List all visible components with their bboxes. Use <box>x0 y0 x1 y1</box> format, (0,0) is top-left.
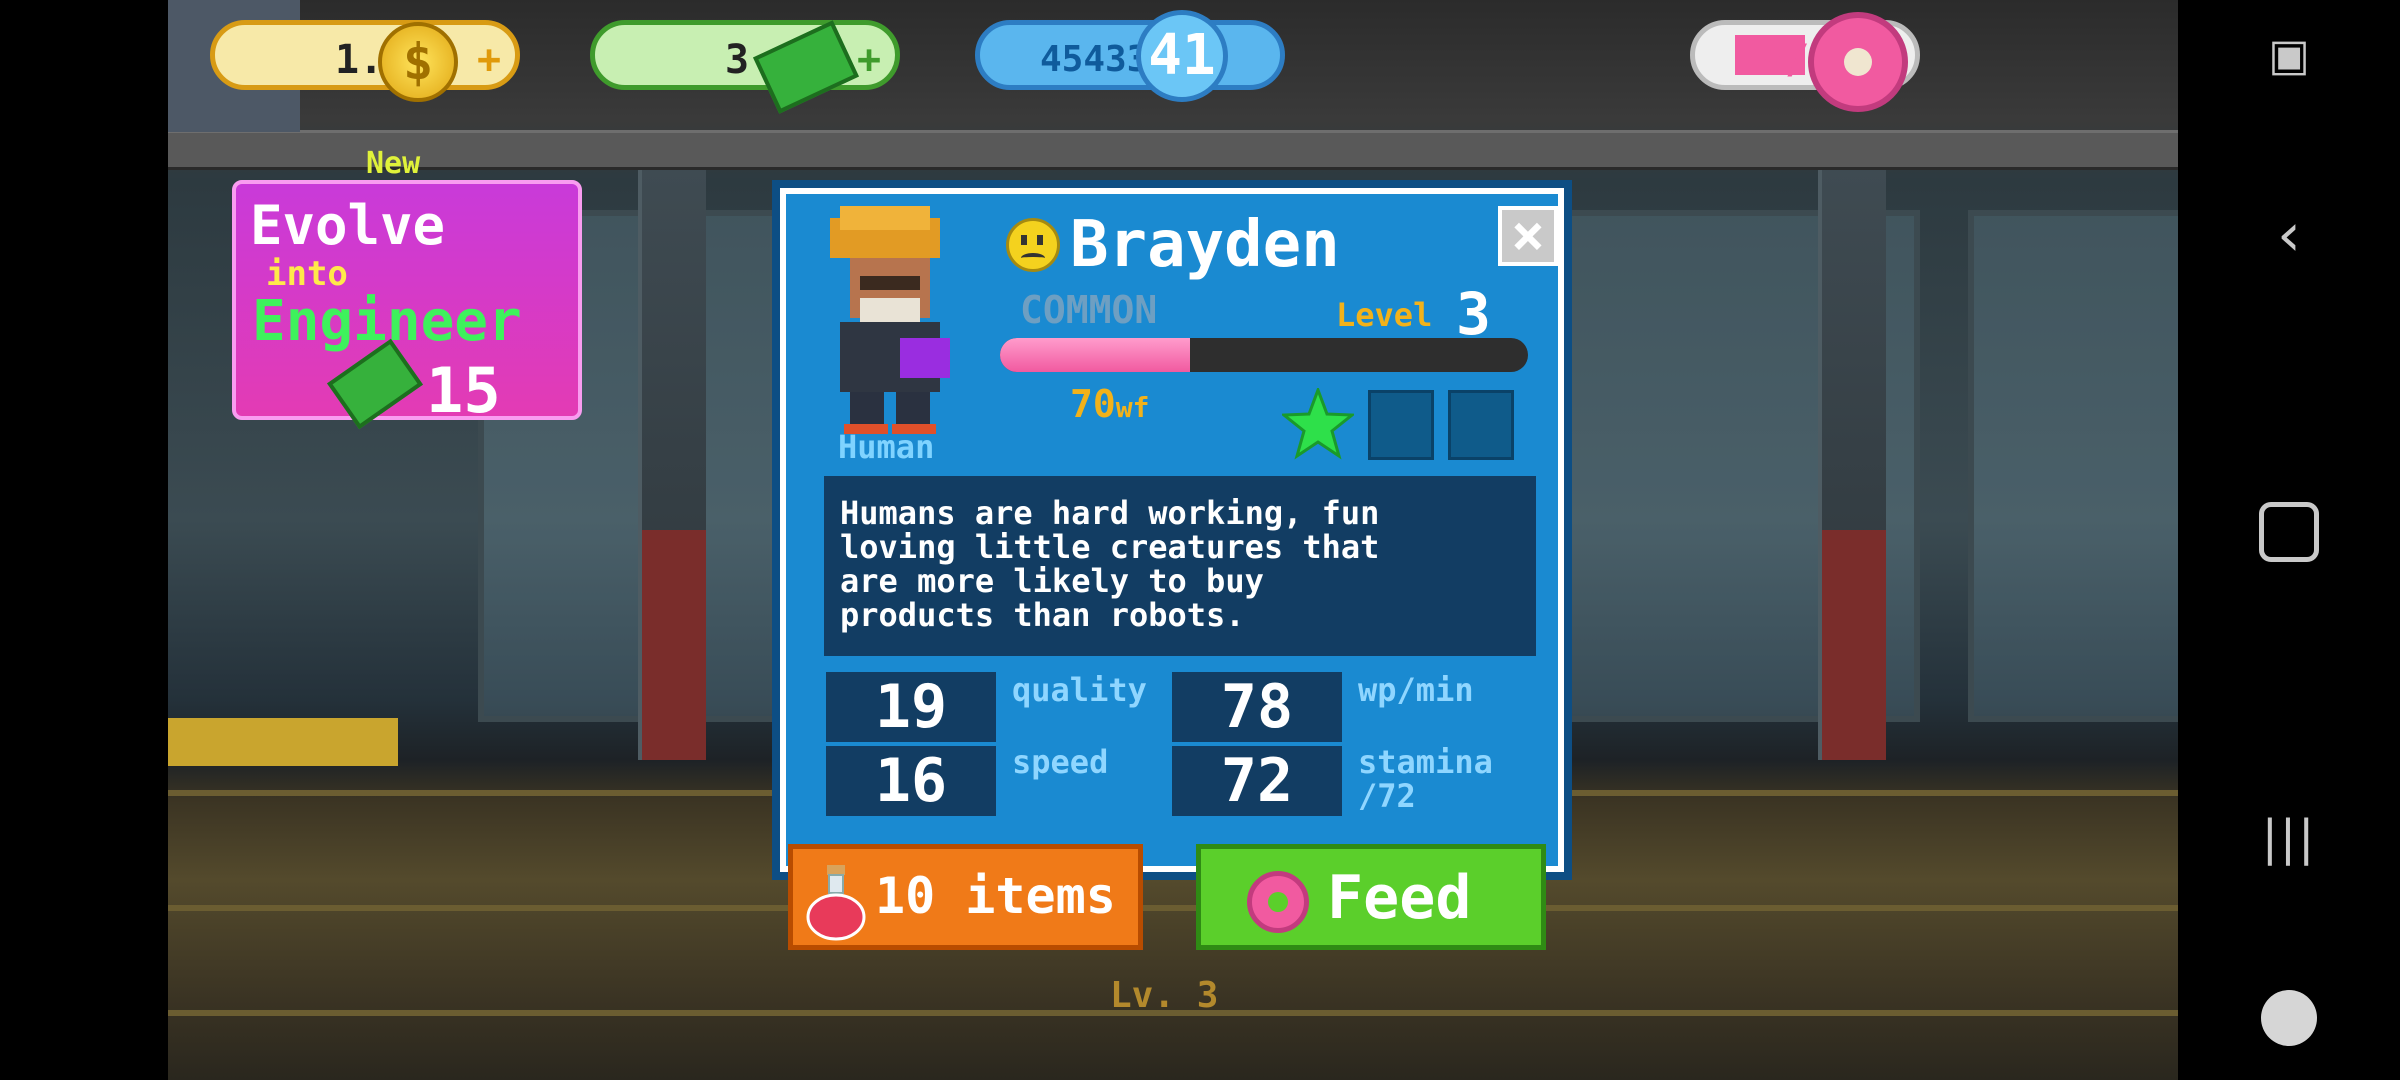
species-label: Human <box>838 428 935 466</box>
sad-face-icon <box>1006 218 1060 272</box>
game-icon[interactable] <box>2178 990 2400 1046</box>
add-coins-icon[interactable]: + <box>477 37 501 83</box>
stamina-label: stamina <box>1358 743 1493 781</box>
system-nav-bar: ▣ ‹ ||| <box>2178 0 2400 1080</box>
wp-min-value: 78 <box>1172 672 1342 742</box>
recents-icon[interactable]: ||| <box>2178 810 2400 866</box>
back-icon[interactable]: ‹ <box>2178 200 2400 270</box>
background-pillar <box>638 170 706 760</box>
floor-line <box>168 905 2178 911</box>
speed-value: 16 <box>826 746 996 816</box>
stamina-value: 72 <box>1172 746 1342 816</box>
close-icon[interactable]: × <box>1498 206 1558 266</box>
donut-icon <box>1247 871 1309 933</box>
wp-min-label: wp/min <box>1358 671 1474 709</box>
add-cash-icon[interactable]: + <box>857 37 881 83</box>
xp-level: 41 <box>1148 23 1216 88</box>
wf-unit: wf <box>1115 391 1150 424</box>
level-progress-fill <box>1000 338 1191 372</box>
new-label: New <box>366 146 421 181</box>
worker-level-label: Lv. 3 <box>1110 975 1219 1016</box>
level-progress-bar <box>1000 338 1528 372</box>
character-avatar <box>830 206 950 434</box>
donut-icon <box>1808 12 1908 112</box>
speed-label: speed <box>1012 743 1109 781</box>
conveyor-belt <box>168 718 398 766</box>
items-button-label: 10 items <box>875 867 1116 925</box>
evolve-title: Evolve <box>250 194 446 257</box>
evolve-cost: 15 <box>426 354 501 427</box>
xp-counter[interactable]: 454337xp <box>975 20 1285 90</box>
character-dialog: Human Brayden × COMMON Level 3 70wf Huma… <box>772 180 1572 880</box>
workforce-value: 70wf <box>1070 382 1149 426</box>
evolve-card[interactable]: Evolve into Engineer 15 <box>232 180 582 430</box>
coins-counter[interactable]: 1.1M + <box>210 20 520 90</box>
wf-number: 70 <box>1070 382 1116 426</box>
quality-value: 19 <box>826 672 996 742</box>
level-label: Level <box>1336 296 1433 334</box>
quality-label: quality <box>1012 671 1147 709</box>
cash-counter[interactable]: 3 + <box>590 20 900 90</box>
xp-badge-icon: 41 <box>1136 10 1228 102</box>
screenshot-icon[interactable]: ▣ <box>2178 30 2400 81</box>
evolve-into: into <box>266 254 348 294</box>
background-pillar <box>1818 170 1886 760</box>
feed-button-label: Feed <box>1327 863 1472 933</box>
coin-icon: $ <box>378 22 458 102</box>
stamina-max: /72 <box>1358 777 1416 815</box>
background-window <box>1968 210 2178 722</box>
items-button[interactable]: 10 items <box>788 844 1143 950</box>
potion-icon <box>806 865 866 941</box>
star-icon <box>1282 388 1354 460</box>
home-icon[interactable] <box>2178 502 2400 562</box>
star-slot-empty <box>1448 390 1514 460</box>
description-text: Humans are hard working, fun loving litt… <box>824 476 1536 656</box>
star-slot-empty <box>1368 390 1434 460</box>
feed-button[interactable]: Feed <box>1196 844 1546 950</box>
character-name: Brayden <box>1070 208 1340 282</box>
ceiling-beam <box>168 130 2178 170</box>
cash-value: 3 <box>725 37 750 83</box>
rarity-label: COMMON <box>1020 288 1158 332</box>
